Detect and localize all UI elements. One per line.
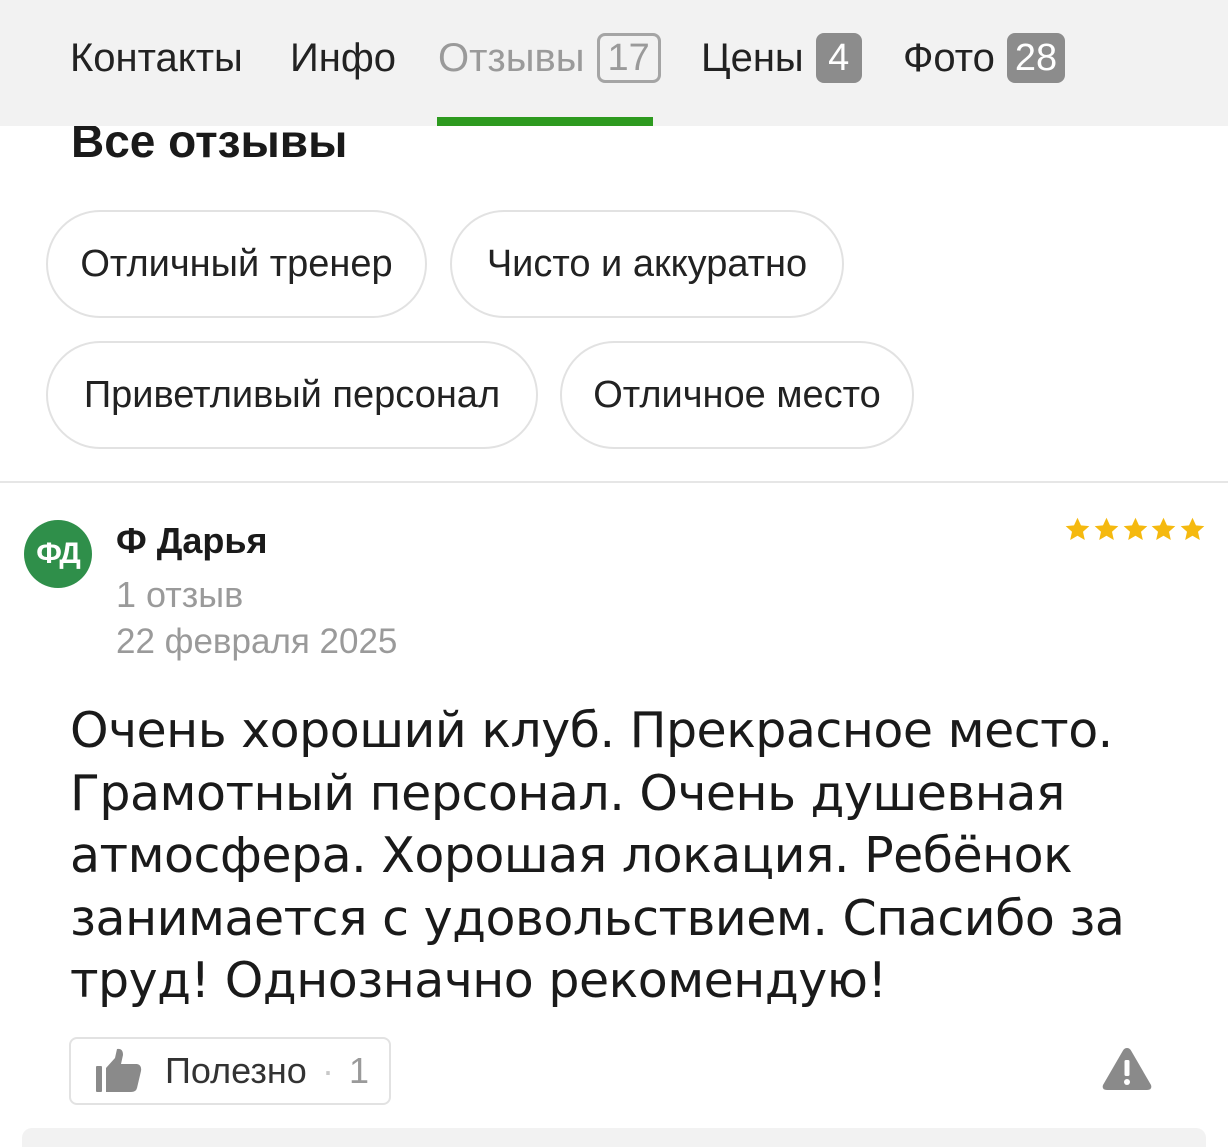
star-icon (1094, 517, 1119, 540)
star-icon (1065, 517, 1090, 540)
star-icon (1180, 517, 1205, 540)
page: Контакты Инфо Отзывы 17 Цены 4 Фото 28 В… (0, 0, 1228, 1147)
star-icon (1151, 517, 1176, 540)
tab-photo[interactable]: Фото 28 (903, 30, 1066, 86)
useful-label: Полезно (165, 1050, 307, 1091)
filter-chip-great-trainer[interactable]: Отличный тренер (46, 210, 427, 318)
filter-chip-clean-neat[interactable]: Чисто и аккуратно (450, 210, 844, 318)
filter-chip-friendly-staff[interactable]: Приветливый персонал (46, 341, 538, 449)
divider (0, 481, 1228, 483)
review-text: Очень хороший клуб. Прекрасное место. Гр… (70, 702, 1125, 1009)
tab-info[interactable]: Инфо (290, 30, 396, 86)
review-date: 22 февраля 2025 (116, 622, 398, 661)
tab-prices[interactable]: Цены 4 (701, 30, 862, 86)
review-author[interactable]: Ф Дарья (116, 520, 268, 562)
thumbs-up-icon (96, 1048, 142, 1092)
tab-label: Фото (903, 35, 995, 80)
active-tab-indicator (437, 117, 653, 126)
tab-label: Контакты (70, 35, 243, 80)
avatar[interactable]: ФД (24, 520, 92, 588)
tab-reviews[interactable]: Отзывы 17 (438, 30, 661, 86)
useful-separator: · (322, 1050, 334, 1091)
rating-stars (1064, 516, 1206, 548)
photo-count-badge: 28 (1006, 33, 1066, 83)
tab-contacts[interactable]: Контакты (70, 30, 243, 86)
star-icon (1123, 517, 1147, 540)
warning-icon[interactable] (1101, 1046, 1153, 1092)
reviews-count-badge: 17 (596, 33, 661, 83)
tab-label: Отзывы (438, 35, 585, 80)
next-review-card (22, 1128, 1206, 1147)
useful-button[interactable]: Полезно · 1 (69, 1037, 391, 1105)
tab-label: Инфо (290, 35, 396, 80)
tab-label: Цены (701, 35, 804, 80)
filter-chip-great-place[interactable]: Отличное место (560, 341, 914, 449)
useful-count: 1 (349, 1050, 370, 1091)
author-review-count: 1 отзыв (116, 574, 244, 615)
prices-count-badge: 4 (815, 33, 862, 83)
tab-bar: Контакты Инфо Отзывы 17 Цены 4 Фото 28 (0, 0, 1228, 126)
